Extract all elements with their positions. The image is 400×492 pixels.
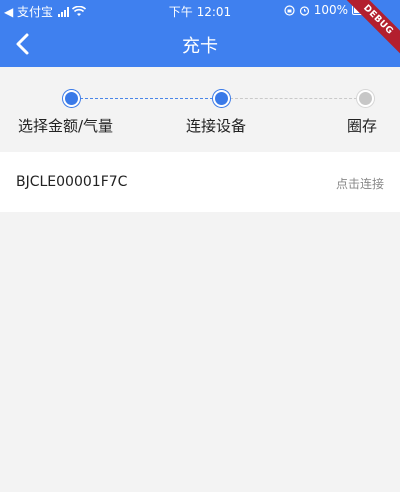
step-connector-2 [230,98,357,99]
stepper: 选择金额/气量 连接设备 圈存 [0,67,400,152]
app-bar: 充卡 [0,22,400,67]
page-title: 充卡 [182,36,218,57]
header: ◀ 支付宝 下午 12:01 100% DEBUG 充卡 [0,0,400,67]
step-2-indicator [213,90,230,107]
device-name: BJCLE00001F7C [16,174,128,190]
alarm-icon [299,5,309,16]
step-connector-1 [80,98,213,99]
battery-percent: 100% [313,3,348,17]
connect-link[interactable]: 点击连接 [336,175,384,192]
lock-rotation-icon [284,4,295,16]
device-list-item[interactable]: BJCLE00001F7C 点击连接 [0,152,400,212]
step-1-indicator [63,90,80,107]
step-2-label: 连接设备 [186,117,247,135]
step-3-label: 圈存 [347,117,378,135]
step-1-label: 选择金额/气量 [18,117,114,135]
status-bar: ◀ 支付宝 下午 12:01 100% [0,0,400,22]
step-3-indicator [357,90,374,107]
